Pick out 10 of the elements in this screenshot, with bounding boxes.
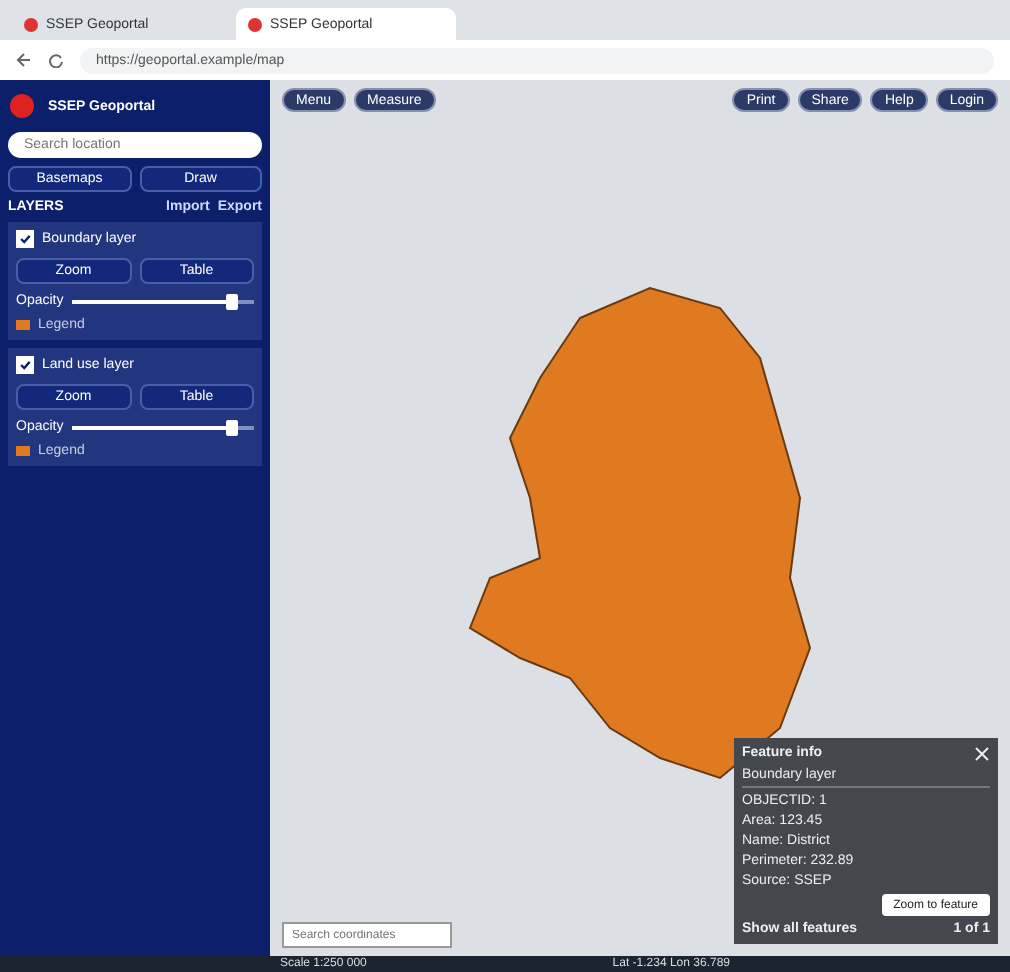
site-icon xyxy=(24,17,38,31)
legend-swatch xyxy=(16,446,30,456)
layer-checkbox[interactable] xyxy=(16,356,34,374)
layer-checkbox[interactable] xyxy=(16,230,34,248)
close-icon[interactable] xyxy=(974,746,990,762)
back-arrow-icon[interactable] xyxy=(16,52,32,68)
reload-icon[interactable] xyxy=(48,52,64,68)
legend-swatch xyxy=(16,320,30,330)
logo-icon xyxy=(8,92,36,120)
site-icon xyxy=(248,17,262,31)
